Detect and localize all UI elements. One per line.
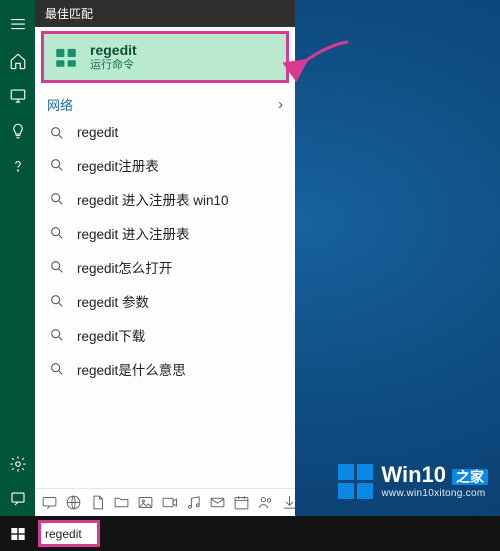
list-item[interactable]: regedit 参数: [35, 284, 295, 318]
list-item-label: regedit注册表: [77, 155, 159, 175]
suggestion-list: regedit regedit注册表 regedit 进入注册表 win10 r…: [35, 118, 295, 386]
brand-tag: 之家: [452, 469, 488, 485]
search-icon: [49, 293, 65, 309]
search-icon: [49, 361, 65, 377]
watermark-brand: Win10 之家 www.win10xitong.com: [338, 464, 488, 499]
lightbulb-icon[interactable]: [0, 113, 35, 148]
list-item-label: regedit是什么意思: [77, 359, 186, 379]
list-item[interactable]: regedit下载: [35, 318, 295, 352]
regedit-icon: [52, 43, 80, 71]
filter-mail-icon[interactable]: [209, 494, 226, 511]
list-item-label: regedit下载: [77, 325, 145, 345]
web-results-header[interactable]: 网络 ›: [35, 89, 295, 118]
filter-music-icon[interactable]: [185, 494, 202, 511]
filter-download-icon[interactable]: [281, 494, 295, 511]
filter-people-icon[interactable]: [257, 494, 274, 511]
list-item-label: regedit 进入注册表 win10: [77, 189, 229, 209]
list-item[interactable]: regedit怎么打开: [35, 250, 295, 284]
highlight-search-box: [38, 520, 100, 547]
feedback-icon[interactable]: [0, 481, 35, 516]
windows-logo-icon: [338, 464, 373, 499]
start-button[interactable]: [0, 516, 35, 551]
best-match-item[interactable]: regedit 运行命令: [44, 34, 286, 80]
highlight-best-match: regedit 运行命令: [41, 31, 289, 83]
list-item-label: regedit 进入注册表: [77, 223, 190, 243]
hamburger-icon[interactable]: [0, 6, 35, 41]
monitor-icon[interactable]: [0, 78, 35, 113]
search-icon: [49, 125, 65, 141]
search-icon: [49, 225, 65, 241]
search-icon: [49, 259, 65, 275]
list-item-label: regedit 参数: [77, 291, 149, 311]
filter-web-icon[interactable]: [65, 494, 82, 511]
filter-bar: [35, 488, 295, 516]
taskbar-search-input[interactable]: [41, 523, 97, 544]
search-results-panel: 最佳匹配 regedit 运行命令 网络 › regedit regedit注册…: [35, 0, 295, 516]
best-match-subtitle: 运行命令: [90, 59, 137, 72]
filter-calendar-icon[interactable]: [233, 494, 250, 511]
list-item[interactable]: regedit 进入注册表 win10: [35, 182, 295, 216]
web-results-label: 网络: [47, 95, 73, 114]
list-item-label: regedit怎么打开: [77, 257, 172, 277]
brand-name: Win10: [381, 464, 446, 486]
list-item-label: regedit: [77, 125, 118, 140]
settings-icon[interactable]: [0, 446, 35, 481]
filter-chat-icon[interactable]: [41, 494, 58, 511]
filter-document-icon[interactable]: [89, 494, 106, 511]
help-icon[interactable]: [0, 148, 35, 183]
list-item[interactable]: regedit: [35, 118, 295, 148]
home-icon[interactable]: [0, 43, 35, 78]
filter-folder-icon[interactable]: [113, 494, 130, 511]
best-match-title: regedit: [90, 42, 137, 59]
filter-video-icon[interactable]: [161, 494, 178, 511]
taskbar: [0, 516, 500, 551]
filter-image-icon[interactable]: [137, 494, 154, 511]
brand-url: www.win10xitong.com: [381, 489, 488, 499]
list-item[interactable]: regedit是什么意思: [35, 352, 295, 386]
search-icon: [49, 191, 65, 207]
search-icon: [49, 327, 65, 343]
best-match-header: 最佳匹配: [35, 0, 295, 27]
list-item[interactable]: regedit 进入注册表: [35, 216, 295, 250]
start-left-rail: [0, 0, 35, 516]
chevron-right-icon: ›: [278, 96, 283, 113]
list-item[interactable]: regedit注册表: [35, 148, 295, 182]
search-icon: [49, 157, 65, 173]
